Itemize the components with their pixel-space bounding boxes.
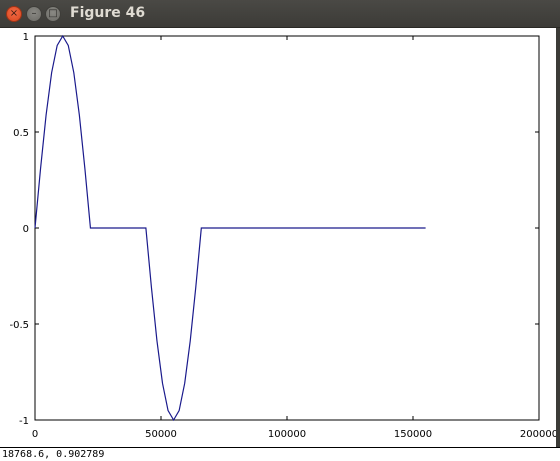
series-line xyxy=(34,34,426,422)
x-tick-label: 150000 xyxy=(394,429,432,440)
x-tick-label: 0 xyxy=(32,429,38,440)
y-tick-label: -1 xyxy=(19,416,29,427)
x-tick-label: 50000 xyxy=(145,429,177,440)
minimize-icon[interactable]: – xyxy=(26,6,42,22)
window-edge xyxy=(556,28,560,448)
window-titlebar: × – □ Figure 46 xyxy=(0,0,560,28)
coordinate-readout: 18768.6, 0.902789 xyxy=(0,447,560,461)
plot-area[interactable]: 0 50000 100000 150000 200000 -1 -0.5 0 0.5 1 xyxy=(0,28,560,448)
y-tick-label: 1 xyxy=(23,32,29,43)
window-title: Figure 46 xyxy=(70,5,146,21)
y-tick-label: 0 xyxy=(23,224,29,235)
maximize-icon[interactable]: □ xyxy=(45,6,61,22)
x-tick-label: 100000 xyxy=(268,429,306,440)
line-chart[interactable]: 0 50000 100000 150000 200000 -1 -0.5 0 0.5 1 xyxy=(0,28,560,448)
y-tick-label: 0.5 xyxy=(13,128,29,139)
x-tick-label: 200000 xyxy=(520,429,558,440)
close-icon[interactable]: × xyxy=(6,6,22,22)
y-tick-label: -0.5 xyxy=(9,320,29,331)
